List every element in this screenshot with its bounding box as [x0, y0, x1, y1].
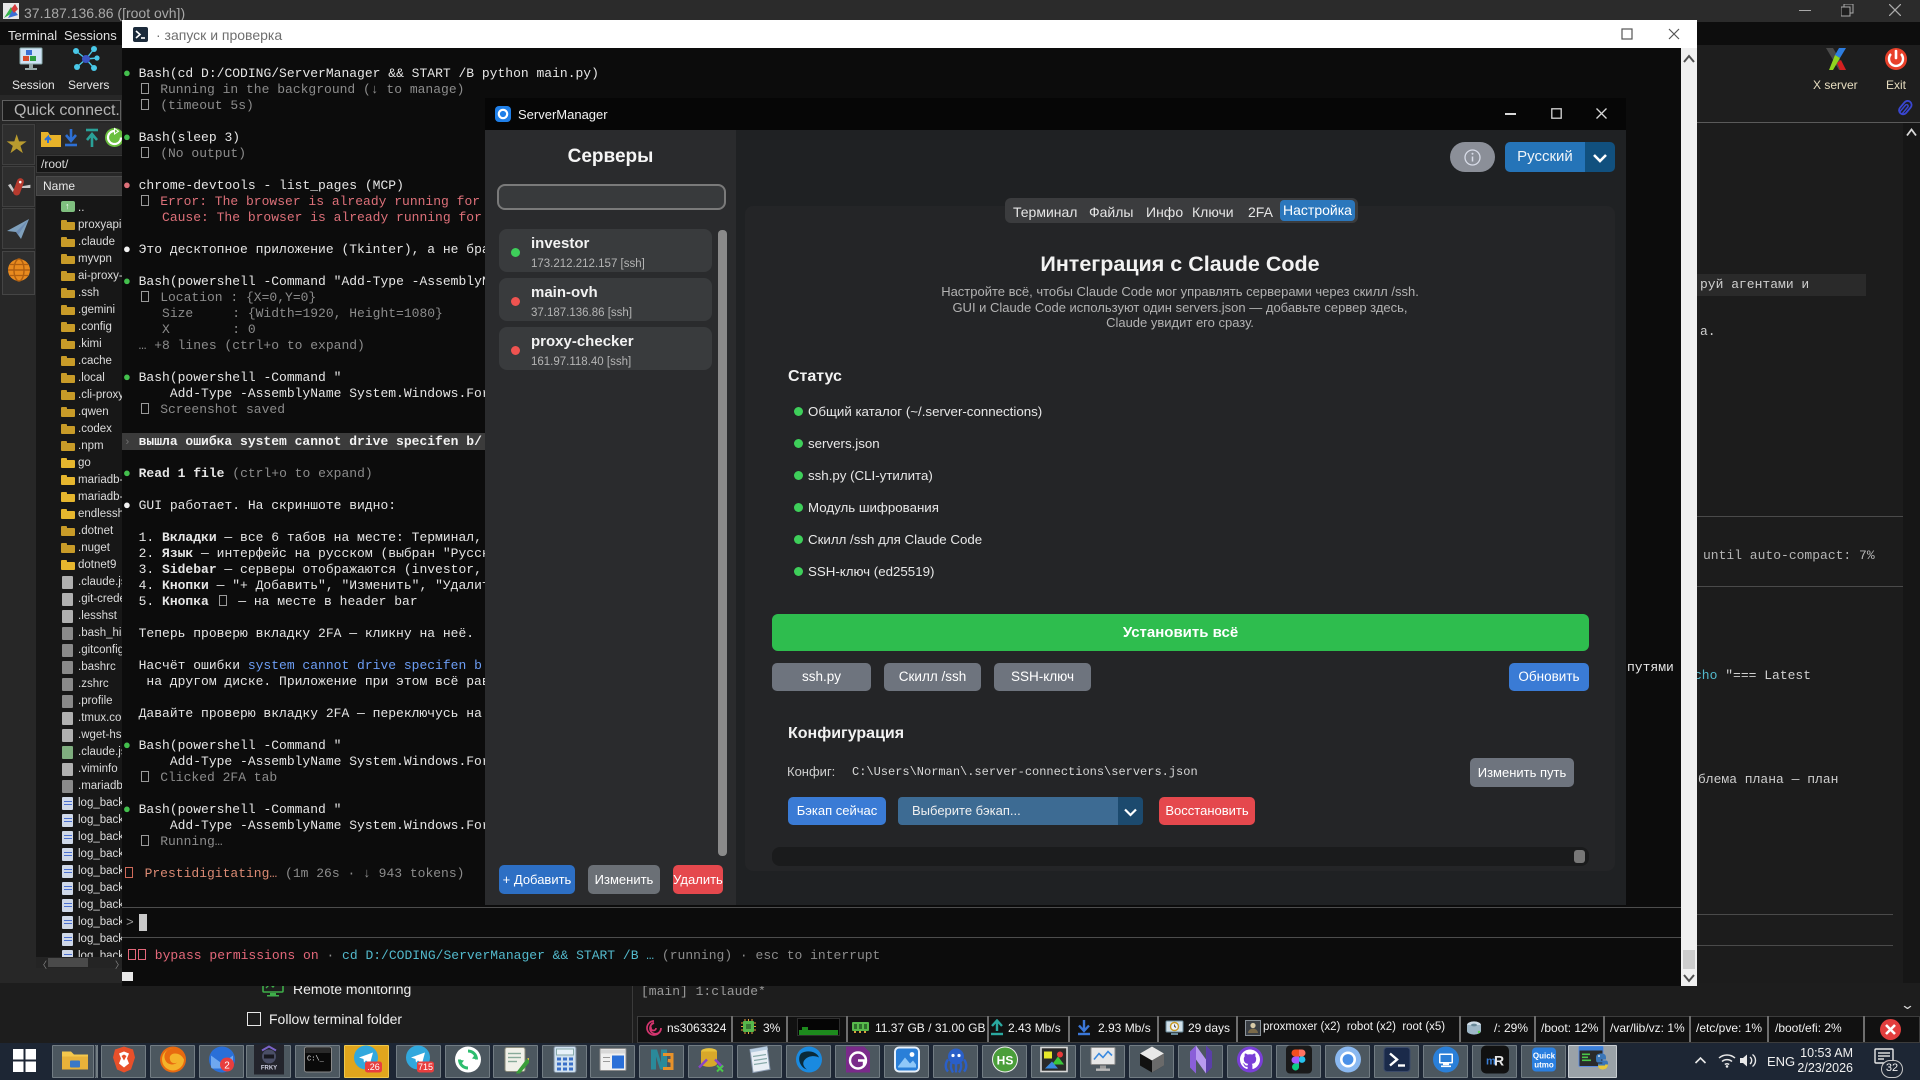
svg-text:HS: HS [996, 1053, 1013, 1067]
svg-text:.26: .26 [367, 1062, 380, 1072]
svg-text:Quick: Quick [1532, 1051, 1555, 1060]
svg-text:C:\_: C:\_ [307, 1055, 325, 1063]
svg-text:FRKY: FRKY [260, 1065, 276, 1071]
svg-text:utmo: utmo [1534, 1060, 1554, 1069]
svg-text:R: R [1494, 1052, 1504, 1068]
svg-text:2: 2 [224, 1060, 230, 1071]
svg-text:715: 715 [417, 1062, 432, 1072]
